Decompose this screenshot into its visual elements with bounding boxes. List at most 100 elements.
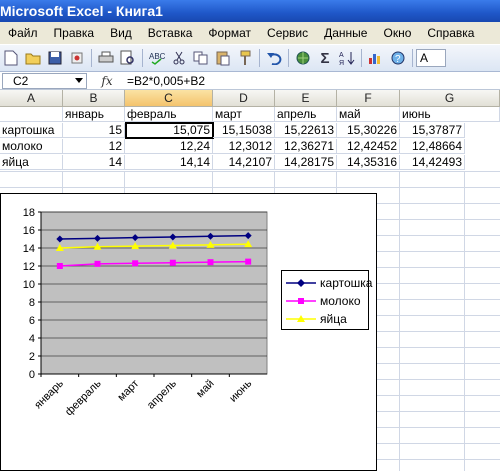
cell-g3[interactable]: 12,48664 xyxy=(400,139,465,154)
y-tick-label: 10 xyxy=(23,279,35,291)
cell-c4[interactable]: 14,14 xyxy=(125,155,213,170)
copy-icon[interactable] xyxy=(191,48,211,68)
toolbar-separator xyxy=(361,49,362,67)
hyperlink-icon[interactable] xyxy=(293,48,313,68)
column-header-g[interactable]: G xyxy=(400,90,500,107)
column-header-c[interactable]: C xyxy=(125,90,213,107)
cell-e1[interactable]: апрель xyxy=(275,107,337,122)
legend-label: молоко xyxy=(320,294,361,308)
y-tick-label: 6 xyxy=(29,315,35,327)
data-point-square xyxy=(56,263,63,269)
chart-wizard-icon[interactable] xyxy=(366,48,386,68)
cell-c3[interactable]: 12,24 xyxy=(125,139,213,154)
svg-text:А: А xyxy=(339,52,344,59)
name-box-value: C2 xyxy=(13,73,29,88)
cell-f2[interactable]: 15,30226 xyxy=(337,123,400,138)
cell-b4[interactable]: 14 xyxy=(63,155,125,170)
cell-d2[interactable]: 15,15038 xyxy=(213,123,275,138)
legend-item-milk: молоко xyxy=(286,293,361,309)
chart-legend[interactable]: картошка молоко яйца xyxy=(281,270,373,330)
cell-b2[interactable]: 15 xyxy=(63,123,125,138)
menu-insert[interactable]: Вставка xyxy=(140,22,201,44)
menu-help[interactable]: Справка xyxy=(419,22,482,44)
y-tick-label: 0 xyxy=(29,369,35,381)
cell-b3[interactable]: 12 xyxy=(63,139,125,154)
cell-g2[interactable]: 15,37877 xyxy=(400,123,465,138)
x-tick-label: май xyxy=(194,378,217,401)
cell-e3[interactable]: 12,36271 xyxy=(275,139,337,154)
svg-text:ABC: ABC xyxy=(149,52,165,61)
fx-icon[interactable]: fx xyxy=(87,74,127,88)
menu-tools[interactable]: Сервис xyxy=(259,22,316,44)
toolbar-separator xyxy=(412,49,413,67)
toolbar-separator xyxy=(259,49,260,67)
cell-f3[interactable]: 12,42452 xyxy=(337,139,400,154)
undo-icon[interactable] xyxy=(264,48,284,68)
cell-f4[interactable]: 14,35316 xyxy=(337,155,400,170)
cell-a2[interactable]: картошка xyxy=(0,123,63,138)
menu-window[interactable]: Окно xyxy=(375,22,419,44)
cut-icon[interactable] xyxy=(169,48,189,68)
cell-a3[interactable]: молоко xyxy=(0,139,63,154)
x-tick-label: февраль xyxy=(63,377,104,418)
spelling-icon[interactable]: ABC xyxy=(147,48,167,68)
y-tick-label: 2 xyxy=(29,351,35,363)
name-box[interactable]: C2 xyxy=(2,72,87,89)
x-tick-label: апрель xyxy=(145,377,179,411)
cell-d4[interactable]: 14,2107 xyxy=(213,155,275,170)
cell-a4[interactable]: яйца xyxy=(0,155,63,170)
menu-view[interactable]: Вид xyxy=(102,22,140,44)
title-bar: Microsoft Excel - Книга1 xyxy=(0,0,500,22)
data-point-square xyxy=(132,260,139,267)
cell-g1[interactable]: июнь xyxy=(400,107,500,122)
open-icon[interactable] xyxy=(23,48,43,68)
svg-text:Я: Я xyxy=(339,60,344,66)
column-header-d[interactable]: D xyxy=(213,90,275,107)
toolbar-separator xyxy=(288,49,289,67)
print-preview-icon[interactable] xyxy=(118,48,138,68)
sort-icon[interactable]: АЯ xyxy=(337,48,357,68)
menu-bar: Файл Правка Вид Вставка Формат Сервис Да… xyxy=(0,22,500,44)
column-header-e[interactable]: E xyxy=(275,90,337,107)
x-tick-label: март xyxy=(115,378,141,404)
y-tick-label: 18 xyxy=(23,207,35,219)
toolbar-separator xyxy=(142,49,143,67)
font-name-box[interactable]: A xyxy=(416,49,446,67)
cell-e2[interactable]: 15,22613 xyxy=(275,123,337,138)
embedded-chart[interactable]: 0 2 4 6 8 10 12 14 16 18 январь февраль март апрель ма… xyxy=(0,193,377,471)
cell-c2-selected[interactable]: 15,075 xyxy=(125,122,214,139)
format-painter-icon[interactable] xyxy=(235,48,255,68)
x-tick-label: июнь xyxy=(227,377,254,404)
cell-g4[interactable]: 14,42493 xyxy=(400,155,465,170)
legend-item-eggs: яйца xyxy=(286,311,347,327)
data-point-square xyxy=(94,260,101,267)
cell-e4[interactable]: 14,28175 xyxy=(275,155,337,170)
cell-a1[interactable] xyxy=(0,107,63,122)
svg-text:?: ? xyxy=(395,54,401,65)
menu-data[interactable]: Данные xyxy=(316,22,375,44)
cell-b1[interactable]: январь xyxy=(63,107,125,122)
column-header-a[interactable]: A xyxy=(0,90,63,107)
formula-input[interactable]: =B2*0,005+B2 xyxy=(127,74,205,88)
paste-icon[interactable] xyxy=(213,48,233,68)
menu-edit[interactable]: Правка xyxy=(46,22,103,44)
chevron-down-icon[interactable] xyxy=(75,78,83,83)
save-icon[interactable] xyxy=(45,48,65,68)
menu-file[interactable]: Файл xyxy=(0,22,46,44)
help-icon[interactable]: ? xyxy=(388,48,408,68)
cell-c1[interactable]: февраль xyxy=(125,107,213,122)
autosum-icon[interactable]: Σ xyxy=(315,48,335,68)
column-header-f[interactable]: F xyxy=(337,90,400,107)
cell-f1[interactable]: май xyxy=(337,107,400,122)
data-point-square xyxy=(169,259,176,266)
legend-marker-triangle-icon xyxy=(286,315,316,322)
print-icon[interactable] xyxy=(96,48,116,68)
legend-label: картошка xyxy=(320,276,373,290)
permission-icon[interactable] xyxy=(67,48,87,68)
cell-d3[interactable]: 12,3012 xyxy=(213,139,275,154)
column-header-b[interactable]: B xyxy=(63,90,125,107)
x-tick-label: январь xyxy=(32,377,66,411)
menu-format[interactable]: Формат xyxy=(200,22,259,44)
new-icon[interactable] xyxy=(1,48,21,68)
cell-d1[interactable]: март xyxy=(213,107,275,122)
